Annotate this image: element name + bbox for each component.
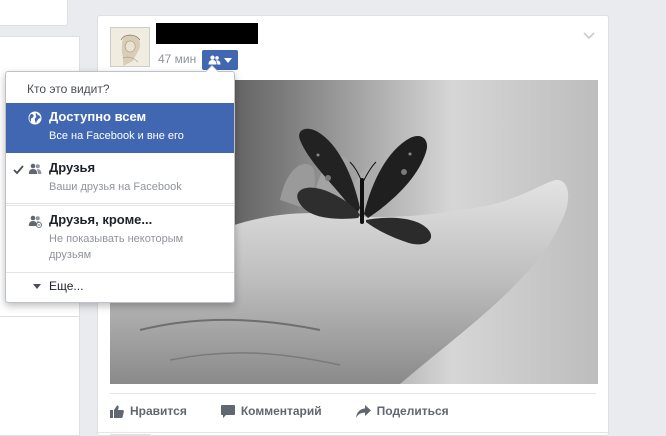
- friends-icon: [28, 163, 42, 174]
- like-button[interactable]: Нравится: [110, 404, 187, 418]
- privacy-option-subtitle: Ваши друзья на Facebook: [49, 181, 182, 193]
- actions-divider: [110, 393, 596, 394]
- left-column-card: [0, 0, 68, 26]
- privacy-dropdown: Кто это видит? Доступно всем Все на Face…: [5, 65, 235, 303]
- author-name-redacted[interactable]: [156, 23, 258, 44]
- caret-down-icon: [33, 284, 41, 289]
- dropdown-caret: [205, 65, 219, 72]
- like-label: Нравится: [130, 404, 187, 418]
- more-options-label: Еще...: [49, 279, 84, 293]
- privacy-option-more[interactable]: Еще...: [6, 276, 234, 298]
- friends-except-icon: [28, 215, 42, 228]
- privacy-option-title: Доступно всем: [49, 109, 147, 124]
- chevron-down-icon[interactable]: [582, 28, 596, 42]
- thumbs-up-icon: [110, 405, 124, 418]
- comment-label: Комментарий: [240, 404, 322, 418]
- menu-divider: [6, 272, 234, 273]
- privacy-option-friends[interactable]: Друзья Ваши друзья на Facebook: [6, 154, 234, 204]
- comments-divider: [98, 432, 608, 433]
- privacy-option-subtitle: Все на Facebook и вне его: [49, 130, 184, 142]
- privacy-option-subtitle: Не показывать некоторым друзьям: [49, 233, 184, 261]
- globe-icon: [28, 111, 42, 125]
- privacy-option-public[interactable]: Доступно всем Все на Facebook и вне его: [6, 103, 234, 153]
- post-timestamp[interactable]: 47 мин: [158, 52, 196, 66]
- share-icon: [355, 404, 371, 418]
- comment-button[interactable]: Комментарий: [220, 404, 322, 418]
- share-button[interactable]: Поделиться: [355, 404, 449, 418]
- privacy-option-friends-except[interactable]: Друзья, кроме... Не показывать некоторым…: [6, 206, 234, 268]
- checkmark-icon: [13, 165, 24, 175]
- comment-icon: [220, 404, 235, 418]
- privacy-menu-header: Кто это видит?: [27, 82, 110, 96]
- post-actions-bar: Нравится Комментарий Поделиться: [110, 399, 449, 423]
- caret-down-icon: [224, 57, 232, 63]
- privacy-option-title: Друзья: [49, 160, 96, 175]
- friends-icon: [208, 55, 221, 65]
- left-column-panel-lower: [0, 316, 80, 436]
- share-label: Поделиться: [376, 404, 449, 418]
- privacy-option-title: Друзья, кроме...: [49, 212, 153, 227]
- author-avatar[interactable]: [110, 27, 150, 67]
